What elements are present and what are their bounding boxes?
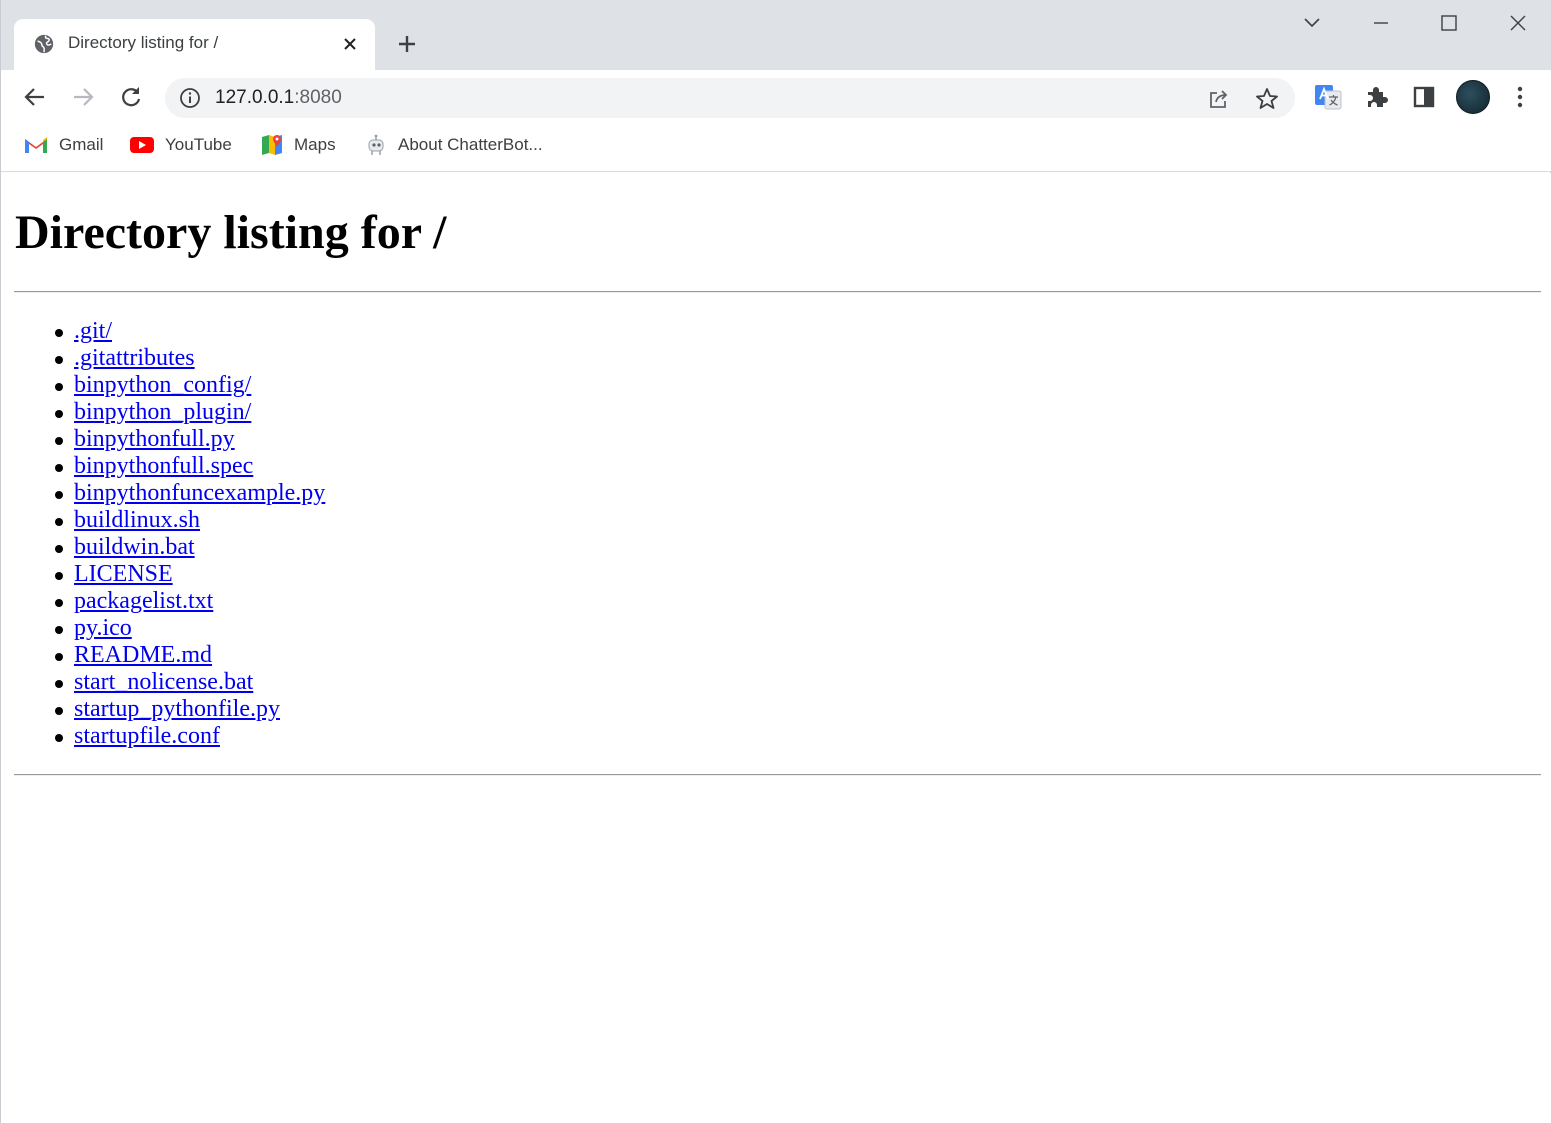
file-list-item: startupfile.conf <box>54 723 325 750</box>
forward-icon[interactable] <box>69 83 97 111</box>
minimize-icon[interactable] <box>1368 10 1394 36</box>
file-link[interactable]: binpythonfuncexample.py <box>74 480 325 506</box>
bookmark-label: About ChatterBot... <box>398 135 543 154</box>
bookmarks-bar: Gmail YouTube Maps About ChatterBot... <box>1 125 1551 172</box>
file-link[interactable]: .gitattributes <box>74 345 195 371</box>
file-link[interactable]: startup_pythonfile.py <box>74 696 280 722</box>
extensions-icon[interactable] <box>1363 83 1391 111</box>
more-menu-icon[interactable] <box>1506 83 1534 111</box>
url-text[interactable]: 127.0.0.1:8080 <box>215 87 342 109</box>
url-port: :8080 <box>294 87 342 108</box>
file-link[interactable]: buildlinux.sh <box>74 507 200 533</box>
bookmark-youtube[interactable]: YouTube <box>129 133 232 157</box>
side-panel-icon[interactable] <box>1410 83 1438 111</box>
maps-icon <box>262 135 282 155</box>
tab-strip: Directory listing for / <box>1 0 1551 70</box>
chatterbot-icon <box>368 134 384 155</box>
maximize-icon[interactable] <box>1436 10 1462 36</box>
gmail-icon <box>25 137 47 153</box>
bookmark-gmail[interactable]: Gmail <box>23 133 103 157</box>
share-icon[interactable] <box>1206 86 1232 112</box>
file-link[interactable]: binpythonfull.py <box>74 426 235 452</box>
file-list-item: binpythonfull.spec <box>54 453 325 480</box>
address-bar[interactable]: 127.0.0.1:8080 <box>165 78 1295 118</box>
bookmark-label: Maps <box>294 135 336 154</box>
tab-directory-listing[interactable]: Directory listing for / <box>14 19 375 70</box>
profile-avatar[interactable] <box>1456 80 1490 114</box>
new-tab-icon[interactable] <box>394 31 420 57</box>
file-list-item: binpython_plugin/ <box>54 399 325 426</box>
bookmark-star-icon[interactable] <box>1254 86 1280 112</box>
file-list-item: py.ico <box>54 615 325 642</box>
bookmark-maps[interactable]: Maps <box>260 133 336 157</box>
back-icon[interactable] <box>21 83 49 111</box>
file-link[interactable]: LICENSE <box>74 561 173 587</box>
file-list-item: README.md <box>54 642 325 669</box>
file-list-item: .git/ <box>54 318 325 345</box>
file-link[interactable]: .git/ <box>74 318 112 344</box>
reload-icon[interactable] <box>117 83 145 111</box>
tab-title: Directory listing for / <box>68 33 219 52</box>
file-link[interactable]: start_nolicense.bat <box>74 669 253 695</box>
bookmark-label: YouTube <box>165 135 232 154</box>
close-window-icon[interactable] <box>1505 10 1531 36</box>
browser-toolbar: 127.0.0.1:8080 <box>1 70 1551 125</box>
file-list-item: start_nolicense.bat <box>54 669 325 696</box>
browser-window: Directory listing for / 127.0.0.1:8080 G… <box>0 0 1551 1123</box>
file-list: .git/ .gitattributes binpython_config/ b… <box>54 318 325 750</box>
file-link[interactable]: binpythonfull.spec <box>74 453 253 479</box>
close-tab-icon[interactable] <box>340 34 360 54</box>
file-link[interactable]: README.md <box>74 642 212 668</box>
bottom-divider <box>14 774 1541 776</box>
file-list-item: binpythonfuncexample.py <box>54 480 325 507</box>
youtube-icon <box>130 137 154 153</box>
file-list-item: startup_pythonfile.py <box>54 696 325 723</box>
site-info-icon[interactable] <box>179 87 201 109</box>
file-list-item: buildwin.bat <box>54 534 325 561</box>
file-list-item: packagelist.txt <box>54 588 325 615</box>
file-link[interactable]: py.ico <box>74 615 132 641</box>
file-link[interactable]: startupfile.conf <box>74 723 220 749</box>
bookmark-chatterbot[interactable]: About ChatterBot... <box>364 133 543 157</box>
bookmark-label: Gmail <box>59 135 104 154</box>
file-link[interactable]: packagelist.txt <box>74 588 213 614</box>
file-list-item: binpython_config/ <box>54 372 325 399</box>
url-host: 127.0.0.1 <box>215 87 295 108</box>
file-list-item: .gitattributes <box>54 345 325 372</box>
file-list-item: buildlinux.sh <box>54 507 325 534</box>
page-content: Directory listing for / .git/ .gitattrib… <box>1 173 1551 1123</box>
file-link[interactable]: buildwin.bat <box>74 534 195 560</box>
globe-icon <box>34 34 54 54</box>
google-translate-icon[interactable] <box>1313 82 1343 112</box>
file-link[interactable]: binpython_plugin/ <box>74 399 251 425</box>
file-list-item: binpythonfull.py <box>54 426 325 453</box>
top-divider <box>14 291 1541 293</box>
file-link[interactable]: binpython_config/ <box>74 372 251 398</box>
page-heading: Directory listing for / <box>15 206 447 259</box>
file-list-item: LICENSE <box>54 561 325 588</box>
tab-search-icon[interactable] <box>1299 10 1325 36</box>
